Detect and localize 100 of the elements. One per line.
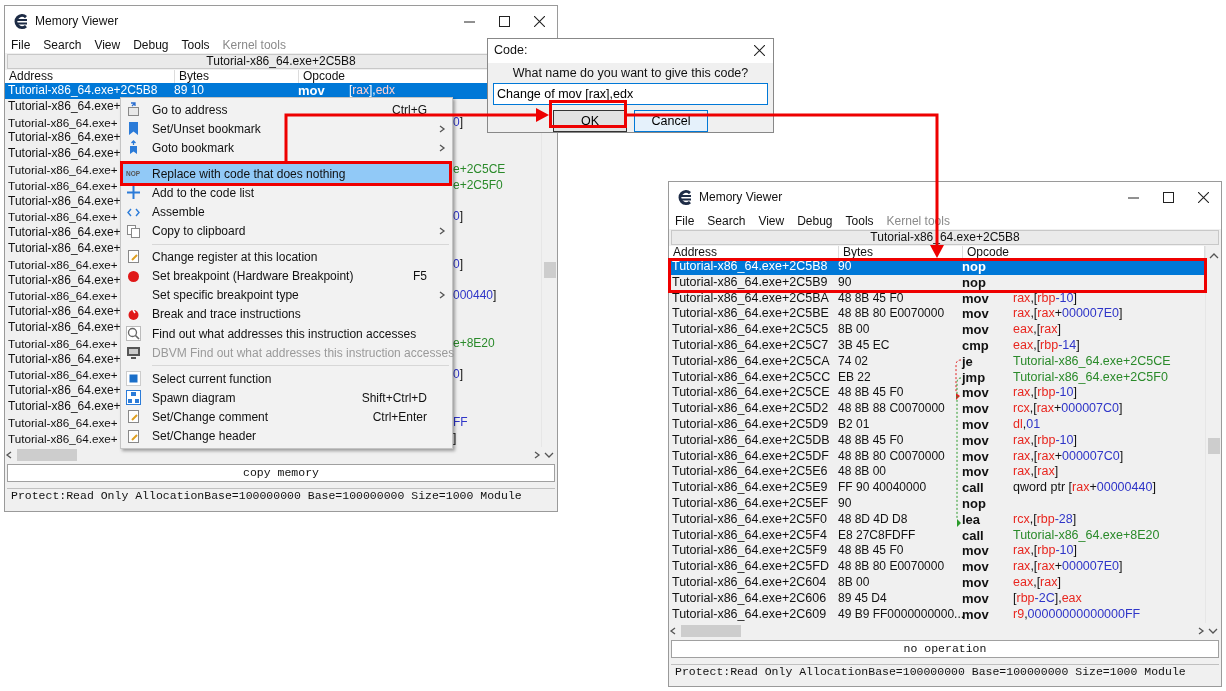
menu-item[interactable]: Set/Unset bookmark — [122, 119, 451, 139]
close-icon[interactable] — [534, 15, 545, 27]
list-row[interactable]: Tutorial-x86_64.exe+2C5F9 48 8B 45 F0 mov rax,[rbp-10] — [669, 543, 1205, 560]
menu-item[interactable]: File — [11, 35, 31, 54]
list-row[interactable]: Tutorial-x86_64.exe+2C5D2 48 8B 88 C0070000 mov rcx,[rax+000007C0] — [669, 401, 1205, 417]
list-row[interactable]: Tutorial-x86_64.exe+2C5CC EB 22 jmp Tutorial-x86_64.exe+2C5F0 — [669, 369, 1205, 386]
list-row[interactable]: Tutorial-x86_64.exe+2C5EF 90 nop — [669, 495, 1205, 512]
address-cell: Tutorial-x86_64.exe+2C5C7 — [672, 338, 829, 352]
search-icon — [126, 326, 141, 342]
chevron-left-icon[interactable] — [5, 450, 13, 460]
menu-item[interactable]: Go to address Ctrl+G — [122, 100, 451, 120]
address-cell: Tutorial-x86_64.exe+2C5CA — [672, 353, 830, 368]
operand-cell: [rax],edx — [349, 83, 396, 99]
note-icon — [126, 428, 141, 444]
chevron-down-icon[interactable] — [1208, 626, 1218, 636]
operand-cell: eax,[rax] — [1013, 574, 1061, 591]
menu-item[interactable]: Find out what addresses this instruction accesses — [122, 324, 451, 344]
opcode-cell: mov — [962, 432, 989, 448]
list-row[interactable]: Tutorial-x86_64.exe+2C606 89 45 D4 mov [rbp-2C],eax — [669, 590, 1205, 607]
opcode-cell: cmp — [962, 338, 989, 353]
chevron-right-icon[interactable] — [1197, 626, 1205, 636]
bytes-cell: 48 8B 88 C0070000 — [838, 401, 945, 416]
menu-item[interactable]: Search — [43, 35, 82, 54]
menu-item[interactable]: Debug — [797, 211, 833, 230]
operand-cell: eax,[rax] — [1013, 322, 1061, 338]
list-row[interactable]: Tutorial-x86_64.exe+2C5CE 48 8B 45 F0 mov rax,[rbp-10] — [669, 385, 1205, 402]
scroll-thumb[interactable] — [681, 625, 741, 637]
menu-item[interactable]: Search — [707, 211, 746, 230]
vertical-scrollbar[interactable] — [1205, 246, 1221, 623]
list-row[interactable]: Tutorial-x86_64.exe+2C5B9 90 nop — [669, 274, 1205, 291]
operand-cell: qword ptr [rax+00000440] — [1013, 480, 1156, 496]
scroll-thumb[interactable] — [17, 449, 77, 461]
list-row[interactable]: Tutorial-x86_64.exe+2C5FD 48 8B 80 E0070000 mov rax,[rax+000007E0] — [669, 559, 1205, 575]
list-row[interactable]: Tutorial-x86_64.exe+2C609 49 B9 FF0000000000...mov r9,00000000000000FF — [669, 606, 1205, 623]
address-cell: Tutorial-x86_64.exe+2C609 — [672, 606, 827, 621]
menu-item[interactable]: View — [758, 211, 785, 230]
close-icon[interactable] — [754, 45, 765, 57]
shortcut-text: Ctrl+Enter — [372, 408, 428, 426]
address-cell: Tutorial-x86_64.exe+2C5C5 — [672, 322, 829, 337]
close-icon[interactable] — [1198, 191, 1209, 203]
menu-item[interactable]: Break and trace instructions — [122, 304, 451, 325]
name-input-field[interactable]: Change of mov [rax],edx — [493, 83, 768, 105]
chevron-right-icon[interactable] — [533, 450, 541, 460]
opcode-cell: mov — [962, 606, 989, 622]
chevron-left-icon[interactable] — [669, 626, 677, 636]
maximize-icon[interactable] — [1163, 191, 1174, 203]
menu-item[interactable]: Tools — [845, 211, 874, 230]
list-row[interactable]: Tutorial-x86_64.exe+2C5BE 48 8B 80 E0070000 mov rax,[rax+000007E0] — [669, 306, 1205, 323]
scroll-thumb[interactable] — [544, 262, 556, 278]
menu-item[interactable]: Goto bookmark — [122, 138, 451, 158]
address-cell: Tutorial-x86_64.exe+2C5F0 — [672, 511, 827, 526]
opcode-cell: mov — [962, 574, 989, 590]
address-cell: Tutorial-x86_64.exe+2C5B9 — [672, 274, 828, 289]
chevron-down-icon[interactable] — [544, 450, 554, 460]
scroll-thumb[interactable] — [1208, 438, 1220, 454]
list-row[interactable]: Tutorial-x86_64.exe+2C5CA 74 02 je Tutorial-x86_64.exe+2C5CE — [669, 353, 1205, 370]
list-row[interactable]: Tutorial-x86_64.exe+2C5F0 48 8D 4D D8 lea rcx,[rbp-28] — [669, 511, 1205, 528]
menu-item[interactable]: Spawn diagram Shift+Ctrl+D — [122, 388, 451, 408]
window-title: Memory Viewer — [35, 13, 119, 30]
bytes-cell: EB 22 — [838, 369, 871, 384]
menu-item[interactable]: Set/Change comment Ctrl+Enter — [122, 407, 451, 427]
menu-item[interactable]: View — [94, 35, 121, 54]
list-row[interactable]: Tutorial-x86_64.exe+2C5BA 48 8B 45 F0 mov rax,[rbp-10] — [669, 290, 1205, 307]
menu-item[interactable]: File — [675, 211, 695, 230]
list-row[interactable]: Tutorial-x86_64.exe+2C5E6 48 8B 00 mov rax,[rax] — [669, 464, 1205, 481]
menu-item[interactable]: Add to the code list — [122, 183, 451, 203]
menu-item[interactable]: Tools — [181, 35, 210, 54]
maximize-icon[interactable] — [499, 15, 510, 27]
note-icon — [126, 249, 141, 265]
opcode-cell: mov — [962, 306, 989, 322]
operand-cell: eax,[rbp-14] — [1013, 338, 1080, 354]
dot-icon — [126, 268, 141, 284]
operand-cell: [rbp-2C],eax — [1013, 590, 1082, 607]
menu-item[interactable]: Set specific breakpoint type — [122, 285, 451, 305]
list-row[interactable]: Tutorial-x86_64.exe+2C5E9 FF 90 40040000 call qword ptr [rax+00000440] — [669, 480, 1205, 496]
opcode-cell: mov — [962, 543, 989, 559]
column-header[interactable]: Address — [669, 246, 839, 259]
menu-item[interactable]: Select current function — [122, 368, 451, 389]
operand-cell: rax,[rax+000007E0] — [1013, 306, 1123, 323]
square-icon — [126, 371, 141, 387]
list-row[interactable]: Tutorial-x86_64.exe+2C5D9 B2 01 mov dl,01 — [669, 416, 1205, 433]
operand-cell: rcx,[rax+000007C0] — [1013, 401, 1123, 417]
list-row[interactable]: Tutorial-x86_64.exe+2C604 8B 00 mov eax,[rax] — [669, 574, 1205, 591]
bytes-cell: 48 8B 45 F0 — [838, 385, 904, 400]
shortcut-text: Shift+Ctrl+D — [361, 389, 428, 407]
list-row[interactable]: Tutorial-x86_64.exe+2C5F4 E8 27C8FDFF call Tutorial-x86_64.exe+8E20 — [669, 527, 1205, 544]
list-row[interactable]: Tutorial-x86_64.exe+2C5DB 48 8B 45 F0 mov rax,[rbp-10] — [669, 432, 1205, 449]
horizontal-scrollbar[interactable] — [5, 447, 541, 463]
menu-item[interactable]: Change register at this location — [122, 247, 451, 267]
menu-item[interactable]: Assemble — [122, 202, 451, 222]
list-row[interactable]: Tutorial-x86_64.exe+2C5C5 8B 00 mov eax,[rax] — [669, 322, 1205, 338]
list-row[interactable]: Tutorial-x86_64.exe+2C5C7 3B 45 EC cmp eax,[rbp-14] — [669, 338, 1205, 354]
opcode-cell: mov — [962, 385, 989, 401]
list-row[interactable]: Tutorial-x86_64.exe+2C5DF 48 8B 80 C0070000 mov rax,[rax+000007C0] — [669, 448, 1205, 465]
menu-item[interactable]: Set/Change header — [122, 426, 451, 446]
address-cell: Tutorial-x86_64.exe+2C5B8 — [672, 259, 828, 273]
menu-item[interactable]: Debug — [133, 35, 169, 54]
address-cell: Tutorial-x86_64.exe+2C5CC — [672, 369, 831, 384]
menu-item[interactable]: Set breakpoint (Hardware Breakpoint) F5 — [122, 266, 451, 286]
menu-item[interactable]: Copy to clipboard — [122, 221, 451, 241]
